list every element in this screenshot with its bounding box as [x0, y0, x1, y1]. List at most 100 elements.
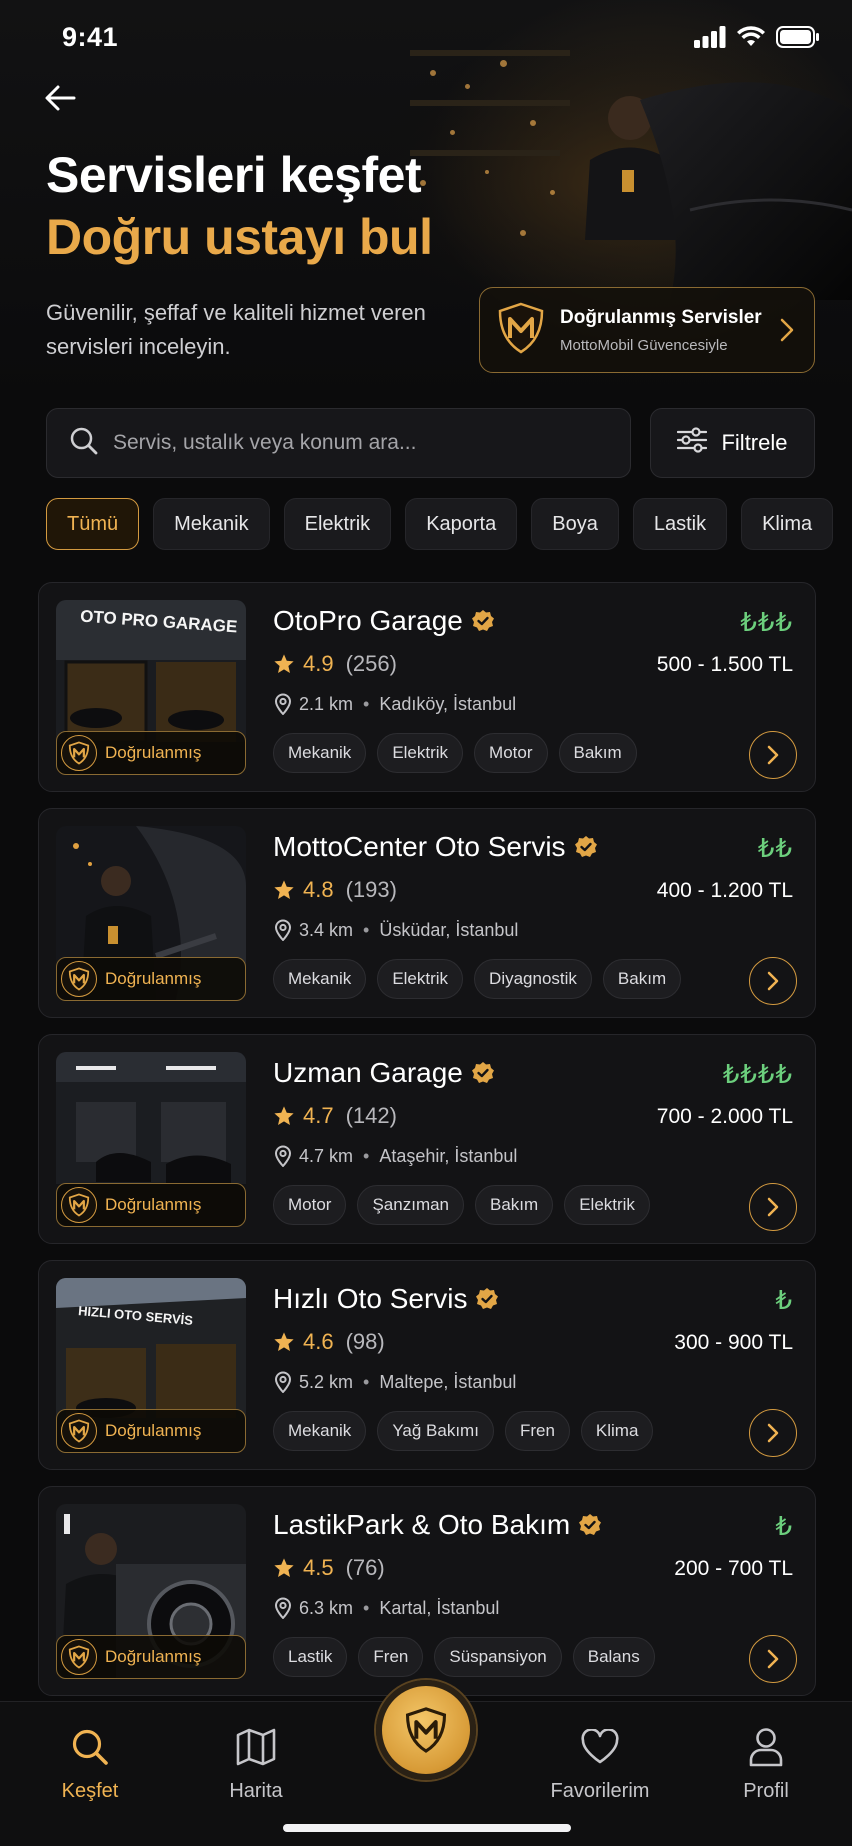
- shield-logo-icon: [68, 1419, 90, 1443]
- chevron-right-icon: [767, 1649, 779, 1669]
- rating: 4.8 (193): [273, 877, 397, 903]
- tag: Mekanik: [273, 959, 367, 999]
- verified-card-title: Doğrulanmış Servisler: [560, 306, 762, 328]
- shield-logo-icon: [68, 1193, 90, 1217]
- tag: Fren: [358, 1637, 424, 1677]
- service-card[interactable]: Doğrulanmış LastikPark & Oto Bakım ₺ 4.5…: [38, 1486, 816, 1696]
- page-title: Servisleri keşfet: [46, 147, 422, 203]
- service-card[interactable]: Doğrulanmış MottoCenter Oto Servis ₺₺ 4.…: [38, 808, 816, 1018]
- category-chip-all[interactable]: Tümü: [46, 498, 140, 550]
- battery-icon: [776, 26, 820, 53]
- star-icon: [274, 1106, 294, 1125]
- location-pin-icon: [274, 1145, 292, 1167]
- location-row: 6.3 km • Kartal, İstanbul: [273, 1597, 499, 1619]
- price-range: 500 - 1.500 TL: [656, 653, 793, 676]
- location-pin-icon: [274, 693, 292, 715]
- status-icons: [694, 26, 820, 53]
- category-chip-klima[interactable]: Klima: [741, 498, 834, 550]
- rating-value: 4.8: [303, 877, 334, 902]
- nav-item-explore[interactable]: Keşfet: [30, 1724, 150, 1803]
- arrow-left-icon: [45, 85, 76, 111]
- search-input[interactable]: [113, 431, 593, 455]
- distance: 4.7 km: [299, 1145, 354, 1166]
- open-service-button[interactable]: [749, 1409, 797, 1457]
- nav-label: Favorilerim: [550, 1780, 650, 1802]
- category-chip-elektrik[interactable]: Elektrik: [283, 498, 392, 550]
- nav-label: Keşfet: [61, 1780, 119, 1802]
- back-button[interactable]: [40, 78, 80, 118]
- verified-badge-label: Doğrulanmış: [105, 969, 202, 988]
- shield-logo-icon: [496, 301, 546, 360]
- home-indicator: [283, 1824, 571, 1832]
- rating-value: 4.6: [303, 1329, 334, 1354]
- service-card[interactable]: Doğrulanmış Uzman Garage ₺₺₺₺ 4.7 (142) …: [38, 1034, 816, 1244]
- tag: Elektrik: [377, 733, 464, 773]
- location-pin-icon: [274, 1371, 292, 1393]
- tag: Mekanik: [273, 1411, 367, 1451]
- category-chip-kaporta[interactable]: Kaporta: [405, 498, 518, 550]
- status-time: 9:41: [62, 22, 119, 52]
- rating: 4.7 (142): [273, 1103, 397, 1129]
- tag: Bakım: [558, 733, 637, 773]
- distance: 5.2 km: [299, 1371, 354, 1392]
- service-card[interactable]: HIZLI OTO SERVİS Doğrulanmış Hızlı Oto S…: [38, 1260, 816, 1470]
- open-service-button[interactable]: [749, 731, 797, 779]
- rating: 4.6 (98): [273, 1329, 385, 1355]
- category-chip-boya[interactable]: Boya: [531, 498, 619, 550]
- chevron-right-icon: [780, 318, 794, 347]
- rating: 4.9 (256): [273, 651, 397, 677]
- rating-value: 4.9: [303, 651, 334, 676]
- nav-item-profile[interactable]: Profil: [706, 1724, 826, 1803]
- shield-logo-icon: [68, 967, 90, 991]
- price-level: ₺: [775, 1285, 793, 1315]
- open-service-button[interactable]: [749, 1183, 797, 1231]
- service-name: LastikPark & Oto Bakım: [273, 1509, 571, 1540]
- nav-item-map[interactable]: Harita: [196, 1724, 316, 1803]
- tag: Bakım: [475, 1185, 554, 1225]
- separator-dot: •: [363, 1371, 370, 1392]
- filter-button[interactable]: Filtrele: [650, 408, 815, 478]
- separator-dot: •: [363, 919, 370, 940]
- user-icon: [749, 1728, 783, 1767]
- price-level: ₺₺₺₺: [722, 1059, 793, 1089]
- price-level: ₺₺₺: [740, 607, 793, 637]
- nav-label: Harita: [229, 1780, 283, 1802]
- nav-center-home-button[interactable]: [376, 1680, 476, 1780]
- chevron-right-icon: [767, 1197, 779, 1217]
- tag: Fren: [504, 1411, 570, 1451]
- tag: Diyagnostik: [474, 959, 592, 999]
- tag: Süspansiyon: [434, 1637, 562, 1677]
- rating-value: 4.7: [303, 1103, 334, 1128]
- category-chip-mekanik[interactable]: Mekanik: [153, 498, 270, 550]
- verified-services-button[interactable]: Doğrulanmış Servisler MottoMobil Güvence…: [479, 287, 815, 373]
- shield-logo-icon: [68, 1645, 90, 1669]
- service-card[interactable]: OTO PRO GARAGE Doğrulanmış OtoPro Garage…: [38, 582, 816, 792]
- price-range: 200 - 700 TL: [674, 1557, 793, 1580]
- open-service-button[interactable]: [749, 1635, 797, 1683]
- shield-logo-icon: [68, 741, 90, 765]
- verified-badge-label: Doğrulanmış: [105, 1421, 202, 1440]
- review-count: (193): [345, 877, 397, 902]
- tag-list: Mekanik Elektrik Diyagnostik Bakım: [273, 959, 682, 999]
- search-icon: [69, 426, 99, 461]
- tag-list: Motor Şanzıman Bakım Elektrik: [273, 1185, 650, 1225]
- separator-dot: •: [363, 1597, 370, 1618]
- price-range: 300 - 900 TL: [674, 1331, 793, 1354]
- category-chip-lastik[interactable]: Lastik: [632, 498, 728, 550]
- verified-check-icon: [574, 836, 597, 857]
- filter-label: Filtrele: [721, 430, 788, 455]
- tag-list: Lastik Fren Süspansiyon Balans: [273, 1637, 655, 1677]
- verified-check-icon: [579, 1514, 602, 1535]
- open-service-button[interactable]: [749, 957, 797, 1005]
- location: Kartal, İstanbul: [379, 1597, 500, 1618]
- verified-check-icon: [476, 1288, 499, 1309]
- tag: Motor: [474, 733, 548, 773]
- verified-badge-label: Doğrulanmış: [105, 1195, 202, 1214]
- nav-item-favorites[interactable]: Favorilerim: [538, 1724, 662, 1803]
- search-bar[interactable]: [46, 408, 631, 478]
- tag: Elektrik: [564, 1185, 650, 1225]
- location-row: 3.4 km • Üsküdar, İstanbul: [273, 919, 518, 941]
- star-icon: [274, 1558, 294, 1577]
- service-name: Hızlı Oto Servis: [273, 1283, 468, 1314]
- page-subtitle: Doğru ustayı bul: [46, 209, 433, 265]
